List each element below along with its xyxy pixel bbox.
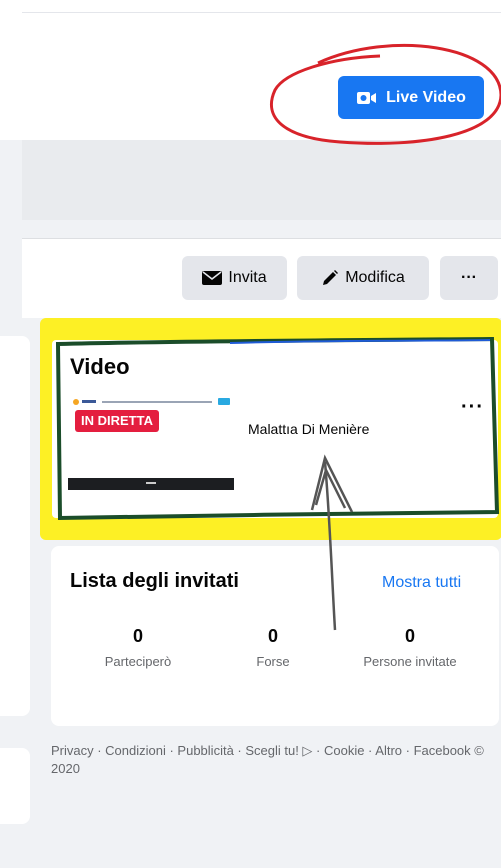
edit-button[interactable]: Modifica: [297, 256, 429, 300]
maybe-count: 0: [267, 626, 278, 646]
footer-links[interactable]: Privacy · Condizioni · Pubblicità · Sceg…: [51, 742, 491, 778]
invited-label: Persone invitate: [363, 654, 457, 669]
left-column-card: [0, 336, 30, 716]
edit-label: Modifica: [345, 269, 405, 286]
live-video-label: Live Video: [386, 88, 466, 106]
guest-list-title: Lista degli invitati: [70, 570, 239, 592]
going-label: Parteciperò: [104, 654, 172, 669]
pencil-icon: [323, 270, 339, 285]
divider: [22, 12, 501, 13]
invited-count: 0: [404, 626, 415, 646]
video-more-options-icon[interactable]: ···: [461, 396, 484, 419]
maybe-label: Forse: [256, 654, 290, 669]
envelope-icon: [202, 271, 223, 285]
header-area: [0, 0, 501, 140]
going-count: 0: [132, 626, 143, 646]
invite-button[interactable]: Invita: [182, 256, 287, 300]
live-badge: IN DIRETTA: [75, 410, 159, 432]
left-column-card: [0, 748, 30, 824]
show-all-link[interactable]: Mostra tutti: [382, 574, 461, 592]
video-section-title: Video: [70, 354, 130, 379]
video-player-bar: [68, 478, 234, 490]
invite-label: Invita: [228, 269, 267, 286]
thumbnail-banner: [73, 398, 230, 405]
cover-area: [22, 140, 501, 220]
live-video-button[interactable]: Live Video: [338, 76, 484, 119]
video-camera-icon: [356, 90, 378, 106]
more-options-button[interactable]: ···: [440, 256, 498, 300]
more-options-icon: ···: [461, 269, 477, 286]
video-name[interactable]: Malattıa Di Menière: [248, 421, 369, 437]
